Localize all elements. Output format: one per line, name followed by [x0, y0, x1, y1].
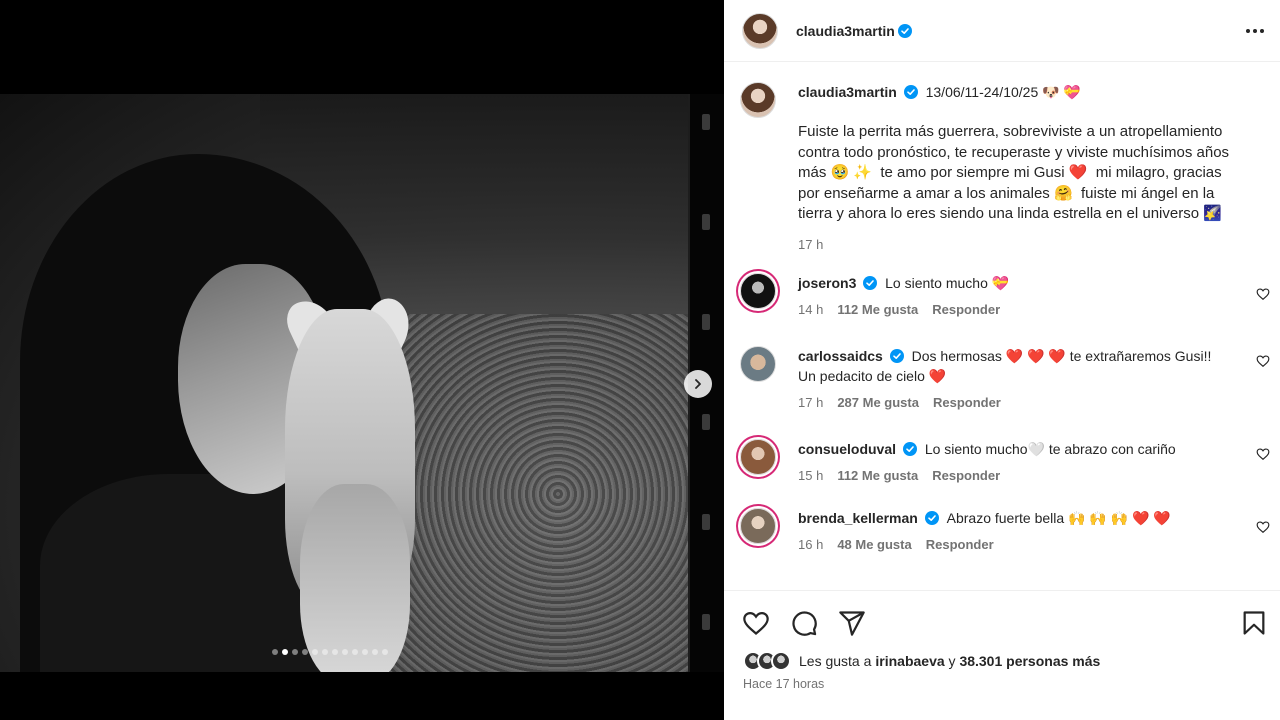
comment-time[interactable]: 15 h — [798, 466, 823, 486]
carousel-dot — [362, 649, 368, 655]
carousel-dot — [332, 649, 338, 655]
post-photo[interactable] — [0, 94, 724, 672]
verified-badge-icon — [903, 85, 918, 99]
post-side-panel: claudia3martin claudia3martin 13/06/11-2… — [724, 0, 1280, 720]
share-icon[interactable] — [838, 609, 866, 637]
comment-time[interactable]: 14 h — [798, 300, 823, 320]
comment-avatar[interactable] — [740, 345, 776, 382]
comment-username[interactable]: joseron3 — [798, 275, 856, 291]
likes-summary: Les gusta a irinabaeva y 38.301 personas… — [724, 637, 1280, 671]
photo-hand — [300, 484, 410, 672]
more-options-icon[interactable] — [1246, 28, 1264, 33]
caption-time[interactable]: 17 h — [798, 235, 823, 255]
caption-dates: 13/06/11-24/10/25 🐶 💝 — [925, 84, 1081, 100]
comment-text: Lo siento mucho🤍 te abrazo con cariño — [924, 440, 1176, 457]
comment-avatar[interactable] — [740, 438, 776, 475]
reply-button[interactable]: Responder — [932, 300, 1000, 320]
caption: claudia3martin 13/06/11-24/10/25 🐶 💝 Fui… — [724, 63, 1280, 255]
bookmark-icon[interactable] — [1240, 609, 1268, 637]
verified-badge-icon — [889, 348, 904, 363]
like-comment-icon[interactable] — [1256, 354, 1270, 368]
author-username[interactable]: claudia3martin — [796, 23, 895, 39]
reply-button[interactable]: Responder — [932, 466, 1000, 486]
comments-section[interactable]: claudia3martin 13/06/11-24/10/25 🐶 💝 Fui… — [724, 63, 1280, 590]
author-avatar[interactable] — [742, 12, 778, 49]
comment-item: joseron3 Lo siento mucho 💝 14 h 112 Me g… — [724, 255, 1280, 320]
reply-button[interactable]: Responder — [933, 393, 1001, 413]
comment-time[interactable]: 16 h — [798, 535, 823, 555]
comment-username[interactable]: brenda_kellerman — [798, 510, 918, 526]
like-comment-icon[interactable] — [1256, 520, 1270, 534]
caption-text: Fuiste la perrita más guerrera, sobreviv… — [798, 123, 1234, 223]
carousel-dot — [272, 649, 278, 655]
comment-avatar[interactable] — [740, 272, 776, 309]
post-media — [0, 0, 724, 720]
caption-avatar[interactable] — [740, 82, 776, 118]
verified-badge-icon — [924, 510, 939, 525]
comment-likes[interactable]: 112 Me gusta — [837, 466, 918, 486]
reply-button[interactable]: Responder — [926, 535, 994, 555]
comment-item: carlossaidcs Dos hermosas ❤️ ❤️ ❤️ te ex… — [724, 320, 1280, 413]
verified-badge-icon — [897, 23, 912, 38]
post-timestamp[interactable]: Hace 17 horas — [724, 671, 1280, 691]
likes-others[interactable]: 38.301 personas más — [959, 653, 1100, 669]
comment-username[interactable]: carlossaidcs — [798, 348, 883, 364]
comment-avatar[interactable] — [740, 507, 776, 544]
carousel-dot — [322, 649, 328, 655]
comment-likes[interactable]: 287 Me gusta — [837, 393, 919, 413]
likes-connector: y — [944, 653, 960, 669]
caption-username[interactable]: claudia3martin — [798, 84, 897, 100]
post-footer: Les gusta a irinabaeva y 38.301 personas… — [724, 590, 1280, 720]
carousel-dot — [382, 649, 388, 655]
post-header: claudia3martin — [724, 0, 1280, 62]
likers-avatars[interactable] — [743, 651, 791, 671]
comment-item: brenda_kellerman Abrazo fuerte bella 🙌 🙌… — [724, 486, 1280, 555]
carousel-dot — [292, 649, 298, 655]
carousel-next-button[interactable] — [684, 370, 712, 398]
like-icon[interactable] — [742, 609, 770, 637]
verified-badge-icon — [902, 441, 917, 456]
carousel-dot — [312, 649, 318, 655]
comment-username[interactable]: consueloduval — [798, 441, 896, 457]
carousel-dot — [342, 649, 348, 655]
comment-likes[interactable]: 48 Me gusta — [837, 535, 911, 555]
comment-text: Abrazo fuerte bella 🙌 🙌 🙌 ❤️ ❤️ — [946, 509, 1171, 526]
carousel-dot — [282, 649, 288, 655]
comment-time[interactable]: 17 h — [798, 393, 823, 413]
comment-text: Lo siento mucho 💝 — [885, 274, 1010, 291]
action-bar — [724, 591, 1280, 637]
comment-likes[interactable]: 112 Me gusta — [837, 300, 918, 320]
comment-icon[interactable] — [790, 609, 818, 637]
carousel-dot — [372, 649, 378, 655]
verified-badge-icon — [863, 275, 878, 290]
like-comment-icon[interactable] — [1256, 447, 1270, 461]
carousel-indicators — [272, 649, 388, 655]
chevron-right-icon — [695, 379, 701, 389]
likes-prefix: Les gusta a — [799, 653, 872, 669]
likes-first-user[interactable]: irinabaeva — [875, 653, 944, 669]
carousel-dot — [302, 649, 308, 655]
carousel-dot — [352, 649, 358, 655]
like-comment-icon[interactable] — [1256, 287, 1270, 301]
comment-item: consueloduval Lo siento mucho🤍 te abrazo… — [724, 413, 1280, 486]
